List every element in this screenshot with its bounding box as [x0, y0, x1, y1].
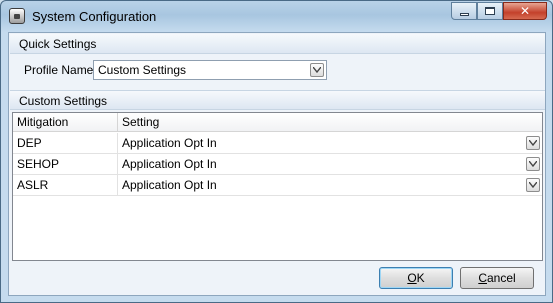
ok-label-rest: K — [416, 271, 425, 285]
title-bar[interactable]: System Configuration ✕ — [1, 1, 552, 32]
maximize-icon — [485, 7, 495, 15]
setting-dropdown[interactable]: Application Opt In — [118, 154, 542, 174]
minimize-button[interactable] — [451, 2, 477, 20]
cancel-button[interactable]: Cancel — [460, 267, 534, 289]
mitigation-cell: DEP — [13, 133, 118, 153]
cancel-access-key: C — [478, 271, 487, 285]
quick-settings-header: Quick Settings — [10, 34, 545, 54]
chevron-down-icon[interactable] — [310, 63, 324, 77]
close-icon: ✕ — [519, 4, 531, 18]
setting-value: Application Opt In — [122, 178, 217, 192]
profile-name-label: Profile Name — [24, 63, 94, 77]
grid-header: Mitigation Setting — [13, 113, 542, 132]
setting-value: Application Opt In — [122, 157, 217, 171]
ok-button[interactable]: OK — [379, 267, 453, 289]
custom-settings-header: Custom Settings — [10, 90, 545, 110]
column-header-setting[interactable]: Setting — [118, 113, 542, 132]
table-row[interactable]: SEHOP Application Opt In — [13, 154, 542, 175]
table-row[interactable]: ASLR Application Opt In — [13, 175, 542, 196]
system-configuration-window: System Configuration ✕ Quick Settings Pr… — [0, 0, 553, 303]
minimize-icon — [459, 12, 469, 16]
table-row[interactable]: DEP Application Opt In — [13, 133, 542, 154]
mitigation-cell: ASLR — [13, 175, 118, 195]
setting-dropdown[interactable]: Application Opt In — [118, 133, 542, 153]
window-controls: ✕ — [451, 2, 547, 20]
close-button[interactable]: ✕ — [503, 2, 547, 20]
ok-access-key: O — [407, 271, 417, 285]
window-title: System Configuration — [32, 9, 157, 24]
chevron-down-icon[interactable] — [526, 178, 540, 192]
dialog-body: Quick Settings Profile Name Custom Setti… — [8, 32, 546, 296]
maximize-button[interactable] — [477, 2, 503, 20]
chevron-down-icon[interactable] — [526, 136, 540, 150]
profile-name-dropdown[interactable]: Custom Settings — [93, 60, 327, 80]
setting-dropdown[interactable]: Application Opt In — [118, 175, 542, 195]
column-header-mitigation[interactable]: Mitigation — [13, 113, 118, 132]
mitigation-grid: Mitigation Setting DEP Application Opt I… — [12, 112, 543, 261]
setting-value: Application Opt In — [122, 136, 217, 150]
app-icon — [9, 8, 25, 24]
profile-name-value: Custom Settings — [98, 63, 187, 77]
cancel-label-rest: ancel — [486, 271, 516, 285]
chevron-down-icon[interactable] — [526, 157, 540, 171]
mitigation-cell: SEHOP — [13, 154, 118, 174]
